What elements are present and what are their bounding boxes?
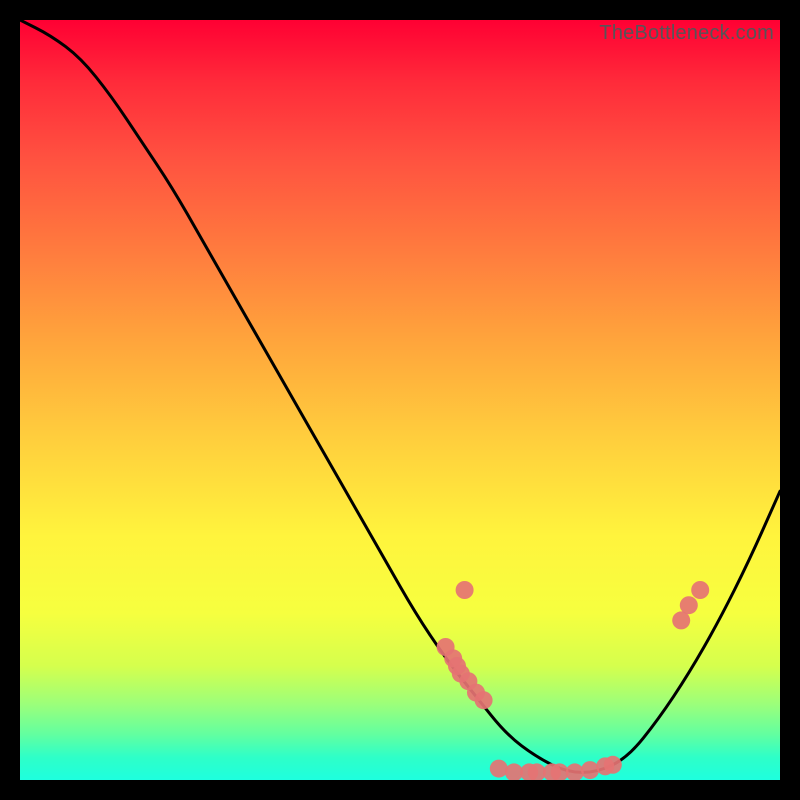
plot-area (20, 20, 780, 780)
data-point (691, 581, 709, 599)
data-point (680, 596, 698, 614)
data-point (566, 763, 584, 780)
data-point (456, 581, 474, 599)
bottleneck-curve (20, 20, 780, 772)
curve-path (20, 20, 780, 772)
data-point (604, 756, 622, 774)
data-points (437, 581, 710, 780)
chart-frame: TheBottleneck.com (20, 20, 780, 780)
chart-svg (20, 20, 780, 780)
data-point (490, 760, 508, 778)
data-point (581, 761, 599, 779)
data-point (475, 691, 493, 709)
watermark-label: TheBottleneck.com (599, 22, 774, 45)
